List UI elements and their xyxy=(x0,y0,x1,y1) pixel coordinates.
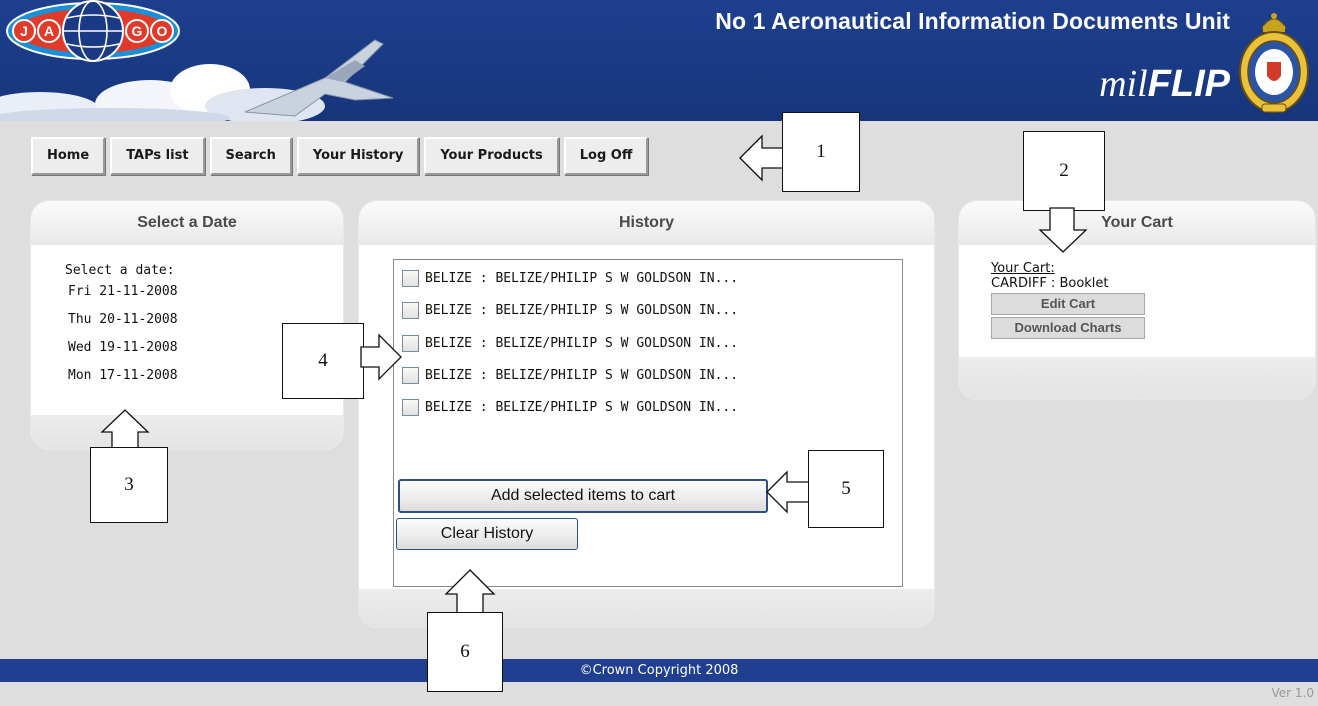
history-item-checkbox[interactable] xyxy=(402,366,419,384)
your-cart-link[interactable]: Your Cart: xyxy=(991,261,1145,276)
history-item-label: BELIZE : BELIZE/PHILIP S W GOLDSON IN... xyxy=(425,270,739,286)
history-item: BELIZE : BELIZE/PHILIP S W GOLDSON IN... xyxy=(402,365,738,385)
callout-6: 6 xyxy=(427,612,503,692)
callout-1-arrow-icon xyxy=(739,134,785,182)
jago-logo: J A G O xyxy=(6,0,180,62)
nav-your-products-button[interactable]: Your Products xyxy=(424,137,559,175)
callout-1: 1 xyxy=(782,112,860,192)
history-item-label: BELIZE : BELIZE/PHILIP S W GOLDSON IN... xyxy=(425,335,739,351)
select-date-label: Select a date: xyxy=(65,263,175,278)
cart-panel: Your Cart Your Cart: CARDIFF : Booklet E… xyxy=(959,201,1315,399)
history-item: BELIZE : BELIZE/PHILIP S W GOLDSON IN... xyxy=(402,268,738,288)
callout-5-arrow-icon xyxy=(766,470,810,514)
date-link[interactable]: Thu 20-11-2008 xyxy=(68,312,178,327)
cart-title: Your Cart xyxy=(959,201,1315,245)
date-link[interactable]: Wed 19-11-2008 xyxy=(68,340,178,355)
callout-2: 2 xyxy=(1023,131,1105,211)
callout-5: 5 xyxy=(808,450,884,528)
version-label: Ver 1.0 xyxy=(1271,686,1315,700)
history-item-label: BELIZE : BELIZE/PHILIP S W GOLDSON IN... xyxy=(425,302,739,318)
nav-search-button[interactable]: Search xyxy=(209,137,292,175)
cart-contents: Your Cart: CARDIFF : Booklet Edit Cart D… xyxy=(991,261,1145,339)
callout-2-arrow-icon xyxy=(1038,207,1088,253)
history-item-checkbox[interactable] xyxy=(402,398,419,416)
cart-item: CARDIFF : Booklet xyxy=(991,276,1109,291)
logo-letter-o: O xyxy=(157,23,168,39)
history-list: BELIZE : BELIZE/PHILIP S W GOLDSON IN...… xyxy=(393,259,903,587)
select-date-title: Select a Date xyxy=(31,201,343,245)
nav-taps-list-button[interactable]: TAPs list xyxy=(110,137,205,175)
history-item-label: BELIZE : BELIZE/PHILIP S W GOLDSON IN... xyxy=(425,367,739,383)
main-nav: Home TAPs list Search Your History Your … xyxy=(31,137,649,175)
date-link[interactable]: Fri 21-11-2008 xyxy=(68,284,178,299)
footer-copyright: ©Crown Copyright 2008 xyxy=(0,659,1318,682)
brand-flip: FLIP xyxy=(1147,63,1230,105)
milflip-brand: milFLIP xyxy=(1040,62,1230,106)
history-item: BELIZE : BELIZE/PHILIP S W GOLDSON IN... xyxy=(402,397,738,417)
brand-mil: mil xyxy=(1099,63,1148,105)
logo-letter-j: J xyxy=(20,23,28,39)
squadron-crest-icon xyxy=(1239,13,1309,113)
history-item-checkbox[interactable] xyxy=(402,269,419,287)
history-panel: History BELIZE : BELIZE/PHILIP S W GOLDS… xyxy=(359,201,934,627)
jet-image xyxy=(244,39,394,117)
select-date-footer xyxy=(31,415,343,449)
date-list: Select a date: Fri 21-11-2008 Thu 20-11-… xyxy=(65,263,178,396)
history-item-checkbox[interactable] xyxy=(402,334,419,352)
site-header: J A G O No 1 Aeronautical Information Do… xyxy=(0,0,1318,121)
history-item-label: BELIZE : BELIZE/PHILIP S W GOLDSON IN... xyxy=(425,399,739,415)
edit-cart-button[interactable]: Edit Cart xyxy=(991,293,1145,315)
date-link[interactable]: Mon 17-11-2008 xyxy=(68,368,178,383)
callout-4: 4 xyxy=(282,323,364,399)
download-charts-button[interactable]: Download Charts xyxy=(991,317,1145,339)
logo-letter-a: A xyxy=(44,23,54,39)
add-to-cart-button[interactable]: Add selected items to cart xyxy=(398,479,768,513)
history-title: History xyxy=(359,201,934,245)
logo-letter-g: G xyxy=(132,23,143,39)
clear-history-button[interactable]: Clear History xyxy=(396,518,578,550)
history-item: BELIZE : BELIZE/PHILIP S W GOLDSON IN... xyxy=(402,300,738,320)
callout-6-arrow-icon xyxy=(444,569,496,615)
cart-footer xyxy=(959,357,1315,399)
nav-your-history-button[interactable]: Your History xyxy=(296,137,420,175)
callout-3: 3 xyxy=(90,447,168,523)
unit-title: No 1 Aeronautical Information Documents … xyxy=(715,8,1230,34)
callout-3-arrow-icon xyxy=(100,409,150,449)
nav-home-button[interactable]: Home xyxy=(31,137,106,175)
callout-4-arrow-icon xyxy=(360,333,402,381)
nav-log-off-button[interactable]: Log Off xyxy=(563,137,649,175)
history-item: BELIZE : BELIZE/PHILIP S W GOLDSON IN... xyxy=(402,333,738,353)
history-item-checkbox[interactable] xyxy=(402,301,419,319)
